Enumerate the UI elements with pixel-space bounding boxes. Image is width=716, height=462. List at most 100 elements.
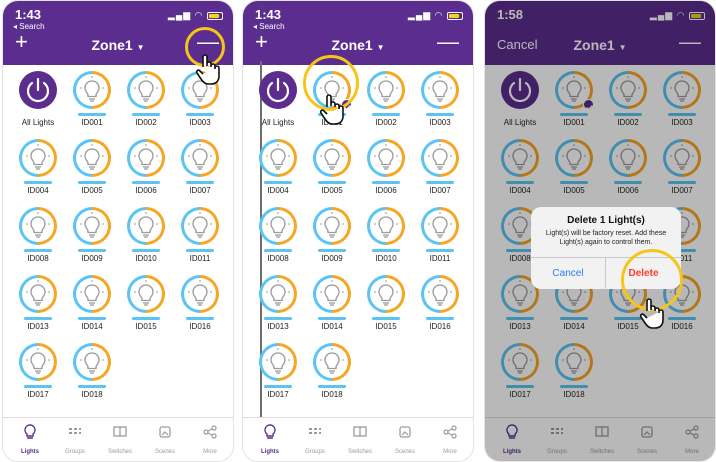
light-label: ID013	[27, 322, 49, 331]
phone-screen-2: 1:43 ◂ Search ▂▄▆ ◠ + Zone1 ▼ — All Ligh…	[242, 0, 474, 462]
tab-switches[interactable]: Switches	[97, 424, 143, 458]
scenes-icon	[382, 424, 428, 440]
brightness-bar	[426, 113, 454, 116]
light-tile[interactable]: ID015	[359, 275, 413, 335]
bulb-icon	[73, 343, 111, 381]
brightness-bar	[186, 317, 214, 320]
all-lights-tile[interactable]: All Lights	[251, 71, 305, 131]
light-tile[interactable]: ID002	[119, 71, 173, 131]
light-tile[interactable]: ID003	[413, 71, 467, 131]
tab-label: Switches	[347, 449, 372, 455]
light-tile[interactable]: ID013	[251, 275, 305, 335]
light-label: ID015	[135, 322, 157, 331]
bulb-icon	[313, 139, 351, 177]
tab-lights[interactable]: Lights	[247, 424, 293, 458]
bulb-icon	[421, 207, 459, 245]
light-tile[interactable]: ID005	[305, 139, 359, 199]
remove-light-button[interactable]: —	[437, 31, 459, 53]
light-tile[interactable]: ID005	[65, 139, 119, 199]
light-tile[interactable]: ID001	[65, 71, 119, 131]
brightness-bar	[132, 317, 160, 320]
tab-groups[interactable]: Groups	[292, 424, 338, 458]
light-tile[interactable]: ID008	[11, 207, 65, 267]
alert-cancel-button[interactable]: Cancel	[531, 258, 606, 290]
light-tile[interactable]: ID017	[11, 343, 65, 403]
light-tile[interactable]: ID010	[119, 207, 173, 267]
light-label: ID018	[81, 390, 103, 399]
light-label: All Lights	[21, 118, 55, 127]
brightness-bar	[318, 249, 346, 252]
light-tile[interactable]: ID006	[359, 139, 413, 199]
light-tile[interactable]: ID002	[359, 71, 413, 131]
alert-message: Light(s) will be factory reset. Add thes…	[545, 230, 667, 246]
lights-icon	[247, 424, 293, 440]
light-tile[interactable]: ID016	[413, 275, 467, 335]
light-label: All Lights	[261, 118, 295, 127]
light-tile[interactable]: ID018	[65, 343, 119, 403]
light-label: ID016	[189, 322, 211, 331]
nav-header: 1:43 ◂ Search ▂▄▆ ◠ + Zone1 ▼ —	[243, 1, 473, 65]
brightness-bar	[264, 317, 292, 320]
brightness-bar	[264, 385, 292, 388]
light-tile[interactable]: ID009	[305, 207, 359, 267]
brightness-bar	[24, 249, 52, 252]
brightness-bar	[318, 385, 346, 388]
bulb-icon	[259, 139, 297, 177]
light-tile[interactable]: ID016	[173, 275, 227, 335]
light-tile[interactable]: ID010	[359, 207, 413, 267]
light-label: ID018	[321, 390, 343, 399]
bulb-icon	[421, 139, 459, 177]
bulb-icon	[19, 343, 57, 381]
all-lights-tile[interactable]: All Lights	[11, 71, 65, 131]
power-icon	[259, 71, 297, 109]
bulb-icon	[19, 139, 57, 177]
bulb-icon	[73, 139, 111, 177]
light-tile[interactable]: ID014	[65, 275, 119, 335]
bulb-icon	[19, 207, 57, 245]
light-label: ID013	[267, 322, 289, 331]
switches-icon	[97, 424, 143, 440]
light-label: ID005	[321, 186, 343, 195]
brightness-bar	[78, 385, 106, 388]
brightness-bar	[426, 181, 454, 184]
light-tile[interactable]: ID004	[251, 139, 305, 199]
groups-icon	[292, 424, 338, 440]
light-tile[interactable]: ID011	[173, 207, 227, 267]
tab-scenes[interactable]: Scenes	[142, 424, 188, 458]
tab-switches[interactable]: Switches	[337, 424, 383, 458]
bulb-icon	[259, 343, 297, 381]
light-tile[interactable]: ID013	[11, 275, 65, 335]
light-tile[interactable]: ID007	[173, 139, 227, 199]
light-tile[interactable]: ID014	[305, 275, 359, 335]
chevron-down-icon: ▼	[136, 43, 145, 52]
light-label: ID003	[189, 118, 211, 127]
tab-lights[interactable]: Lights	[7, 424, 53, 458]
light-tile[interactable]: ID009	[65, 207, 119, 267]
light-tile[interactable]: ID018	[305, 343, 359, 403]
light-tile[interactable]: ID006	[119, 139, 173, 199]
brightness-bar	[426, 317, 454, 320]
tab-scenes[interactable]: Scenes	[382, 424, 428, 458]
light-tile[interactable]: ID004	[11, 139, 65, 199]
brightness-bar	[186, 249, 214, 252]
bulb-icon	[19, 275, 57, 313]
tab-label: Scenes	[394, 449, 415, 455]
light-label: ID006	[135, 186, 157, 195]
chevron-down-icon: ▼	[376, 43, 385, 52]
tab-bar: Lights Groups Switches Scenes More	[243, 417, 473, 461]
brightness-bar	[318, 317, 346, 320]
bulb-icon	[367, 207, 405, 245]
tab-more[interactable]: More	[187, 424, 233, 458]
light-tile[interactable]: ID015	[119, 275, 173, 335]
tab-more[interactable]: More	[427, 424, 473, 458]
tab-groups[interactable]: Groups	[52, 424, 98, 458]
light-label: ID014	[321, 322, 343, 331]
battery-icon	[447, 11, 463, 20]
light-label: ID010	[375, 254, 397, 263]
light-label: ID006	[375, 186, 397, 195]
tab-label: More	[443, 449, 457, 455]
light-tile[interactable]: ID017	[251, 343, 305, 403]
light-tile[interactable]: ID011	[413, 207, 467, 267]
light-tile[interactable]: ID007	[413, 139, 467, 199]
light-tile[interactable]: ID008	[251, 207, 305, 267]
